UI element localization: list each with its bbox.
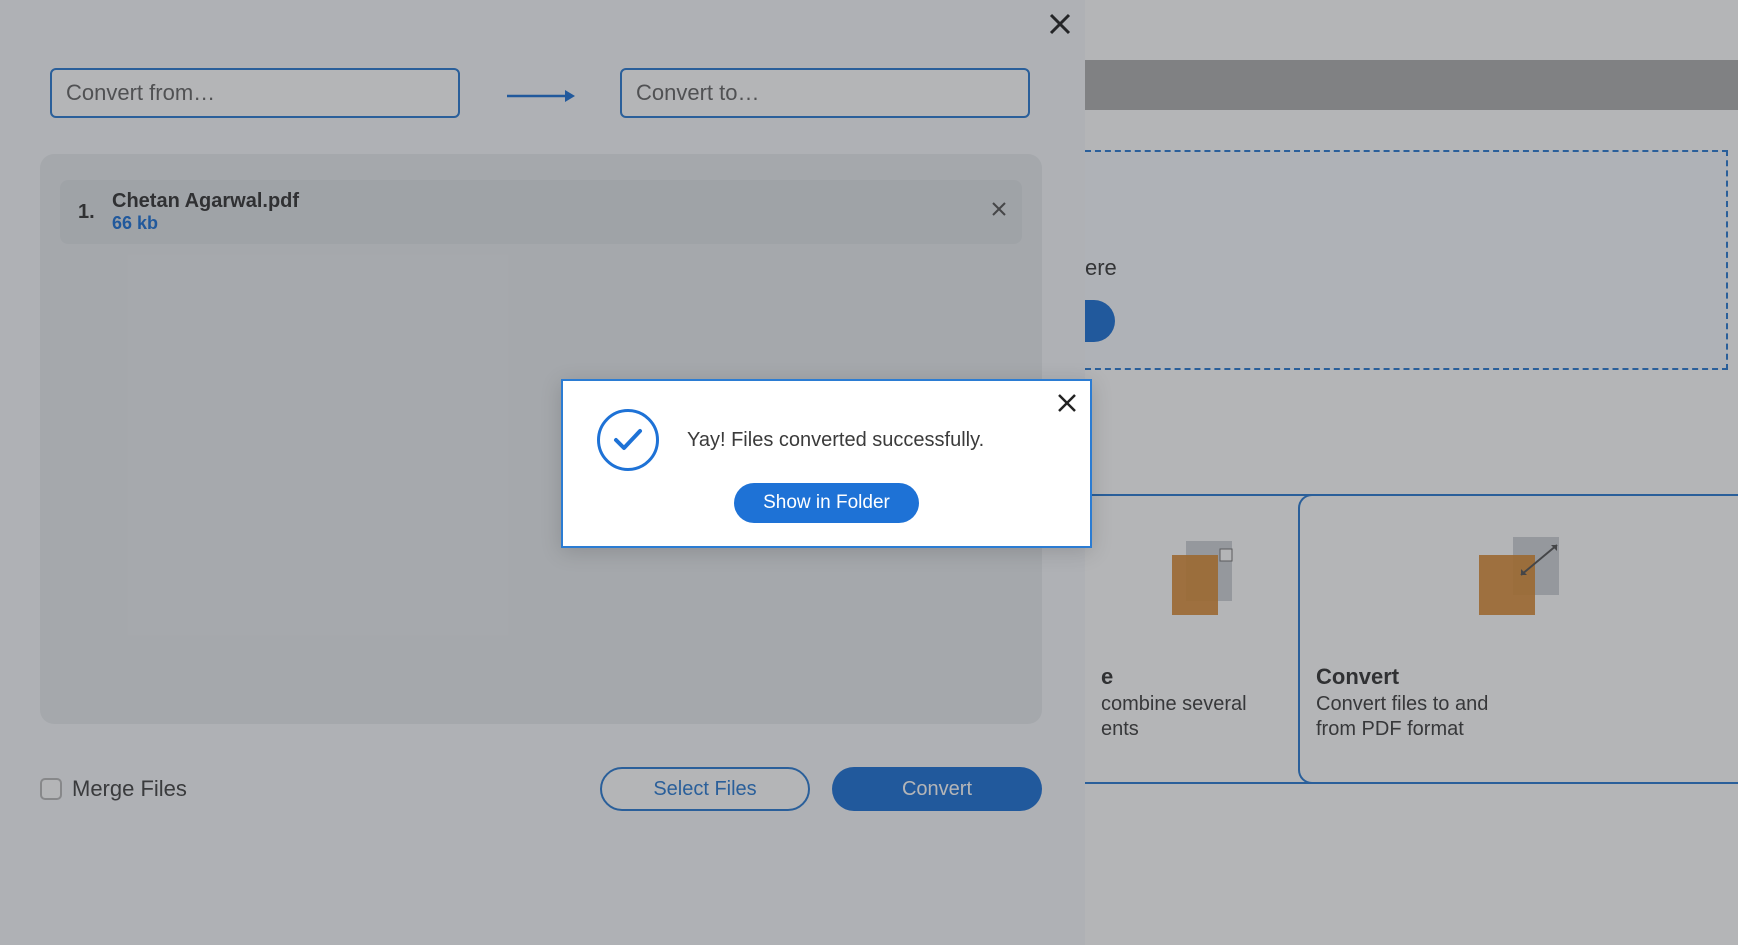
- merge-card-desc-2: ents: [1101, 717, 1317, 742]
- convert-from-dropdown[interactable]: Convert from…: [50, 68, 460, 118]
- panel-footer: Merge Files Select Files Convert: [40, 764, 1042, 814]
- merge-files-label: Merge Files: [72, 776, 187, 802]
- merge-files-checkbox[interactable]: Merge Files: [40, 776, 187, 802]
- arrow-right-icon: [500, 86, 580, 106]
- drop-area[interactable]: [1085, 150, 1728, 370]
- merge-card-icon: [1085, 496, 1333, 656]
- convert-button-label: Convert: [902, 778, 972, 801]
- convert-from-placeholder: Convert from…: [66, 80, 215, 106]
- file-name: Chetan Agarwal.pdf: [112, 190, 299, 213]
- file-row: 1. Chetan Agarwal.pdf 66 kb: [60, 180, 1022, 244]
- background-toolbar: [1085, 60, 1738, 110]
- background-window: [1085, 0, 1738, 945]
- convert-card-desc-1: Convert files to and: [1316, 692, 1722, 717]
- success-modal: Yay! Files converted successfully. Show …: [561, 379, 1092, 548]
- convert-to-dropdown[interactable]: Convert to…: [620, 68, 1030, 118]
- merge-card-desc-1: combine several: [1101, 692, 1317, 717]
- close-icon[interactable]: [1049, 10, 1071, 42]
- show-in-folder-label: Show in Folder: [763, 492, 890, 514]
- remove-file-icon[interactable]: [992, 200, 1006, 221]
- drop-hint-text: ere: [1085, 255, 1165, 281]
- convert-button[interactable]: Convert: [832, 767, 1042, 811]
- card-convert[interactable]: Convert Convert files to and from PDF fo…: [1298, 494, 1738, 784]
- file-index: 1.: [78, 201, 112, 224]
- checkbox-icon: [40, 778, 62, 800]
- show-in-folder-button[interactable]: Show in Folder: [734, 483, 919, 523]
- convert-card-title: Convert: [1316, 664, 1722, 690]
- file-size: 66 kb: [112, 213, 299, 234]
- convert-to-placeholder: Convert to…: [636, 80, 760, 106]
- success-message: Yay! Files converted successfully.: [687, 429, 984, 452]
- select-files-label: Select Files: [653, 778, 756, 801]
- modal-close-icon[interactable]: [1058, 391, 1076, 419]
- convert-card-desc-2: from PDF format: [1316, 717, 1722, 742]
- checkmark-icon: [597, 409, 659, 471]
- select-files-button[interactable]: Select Files: [600, 767, 810, 811]
- convert-card-icon: [1300, 496, 1738, 656]
- merge-card-title: e: [1101, 664, 1317, 690]
